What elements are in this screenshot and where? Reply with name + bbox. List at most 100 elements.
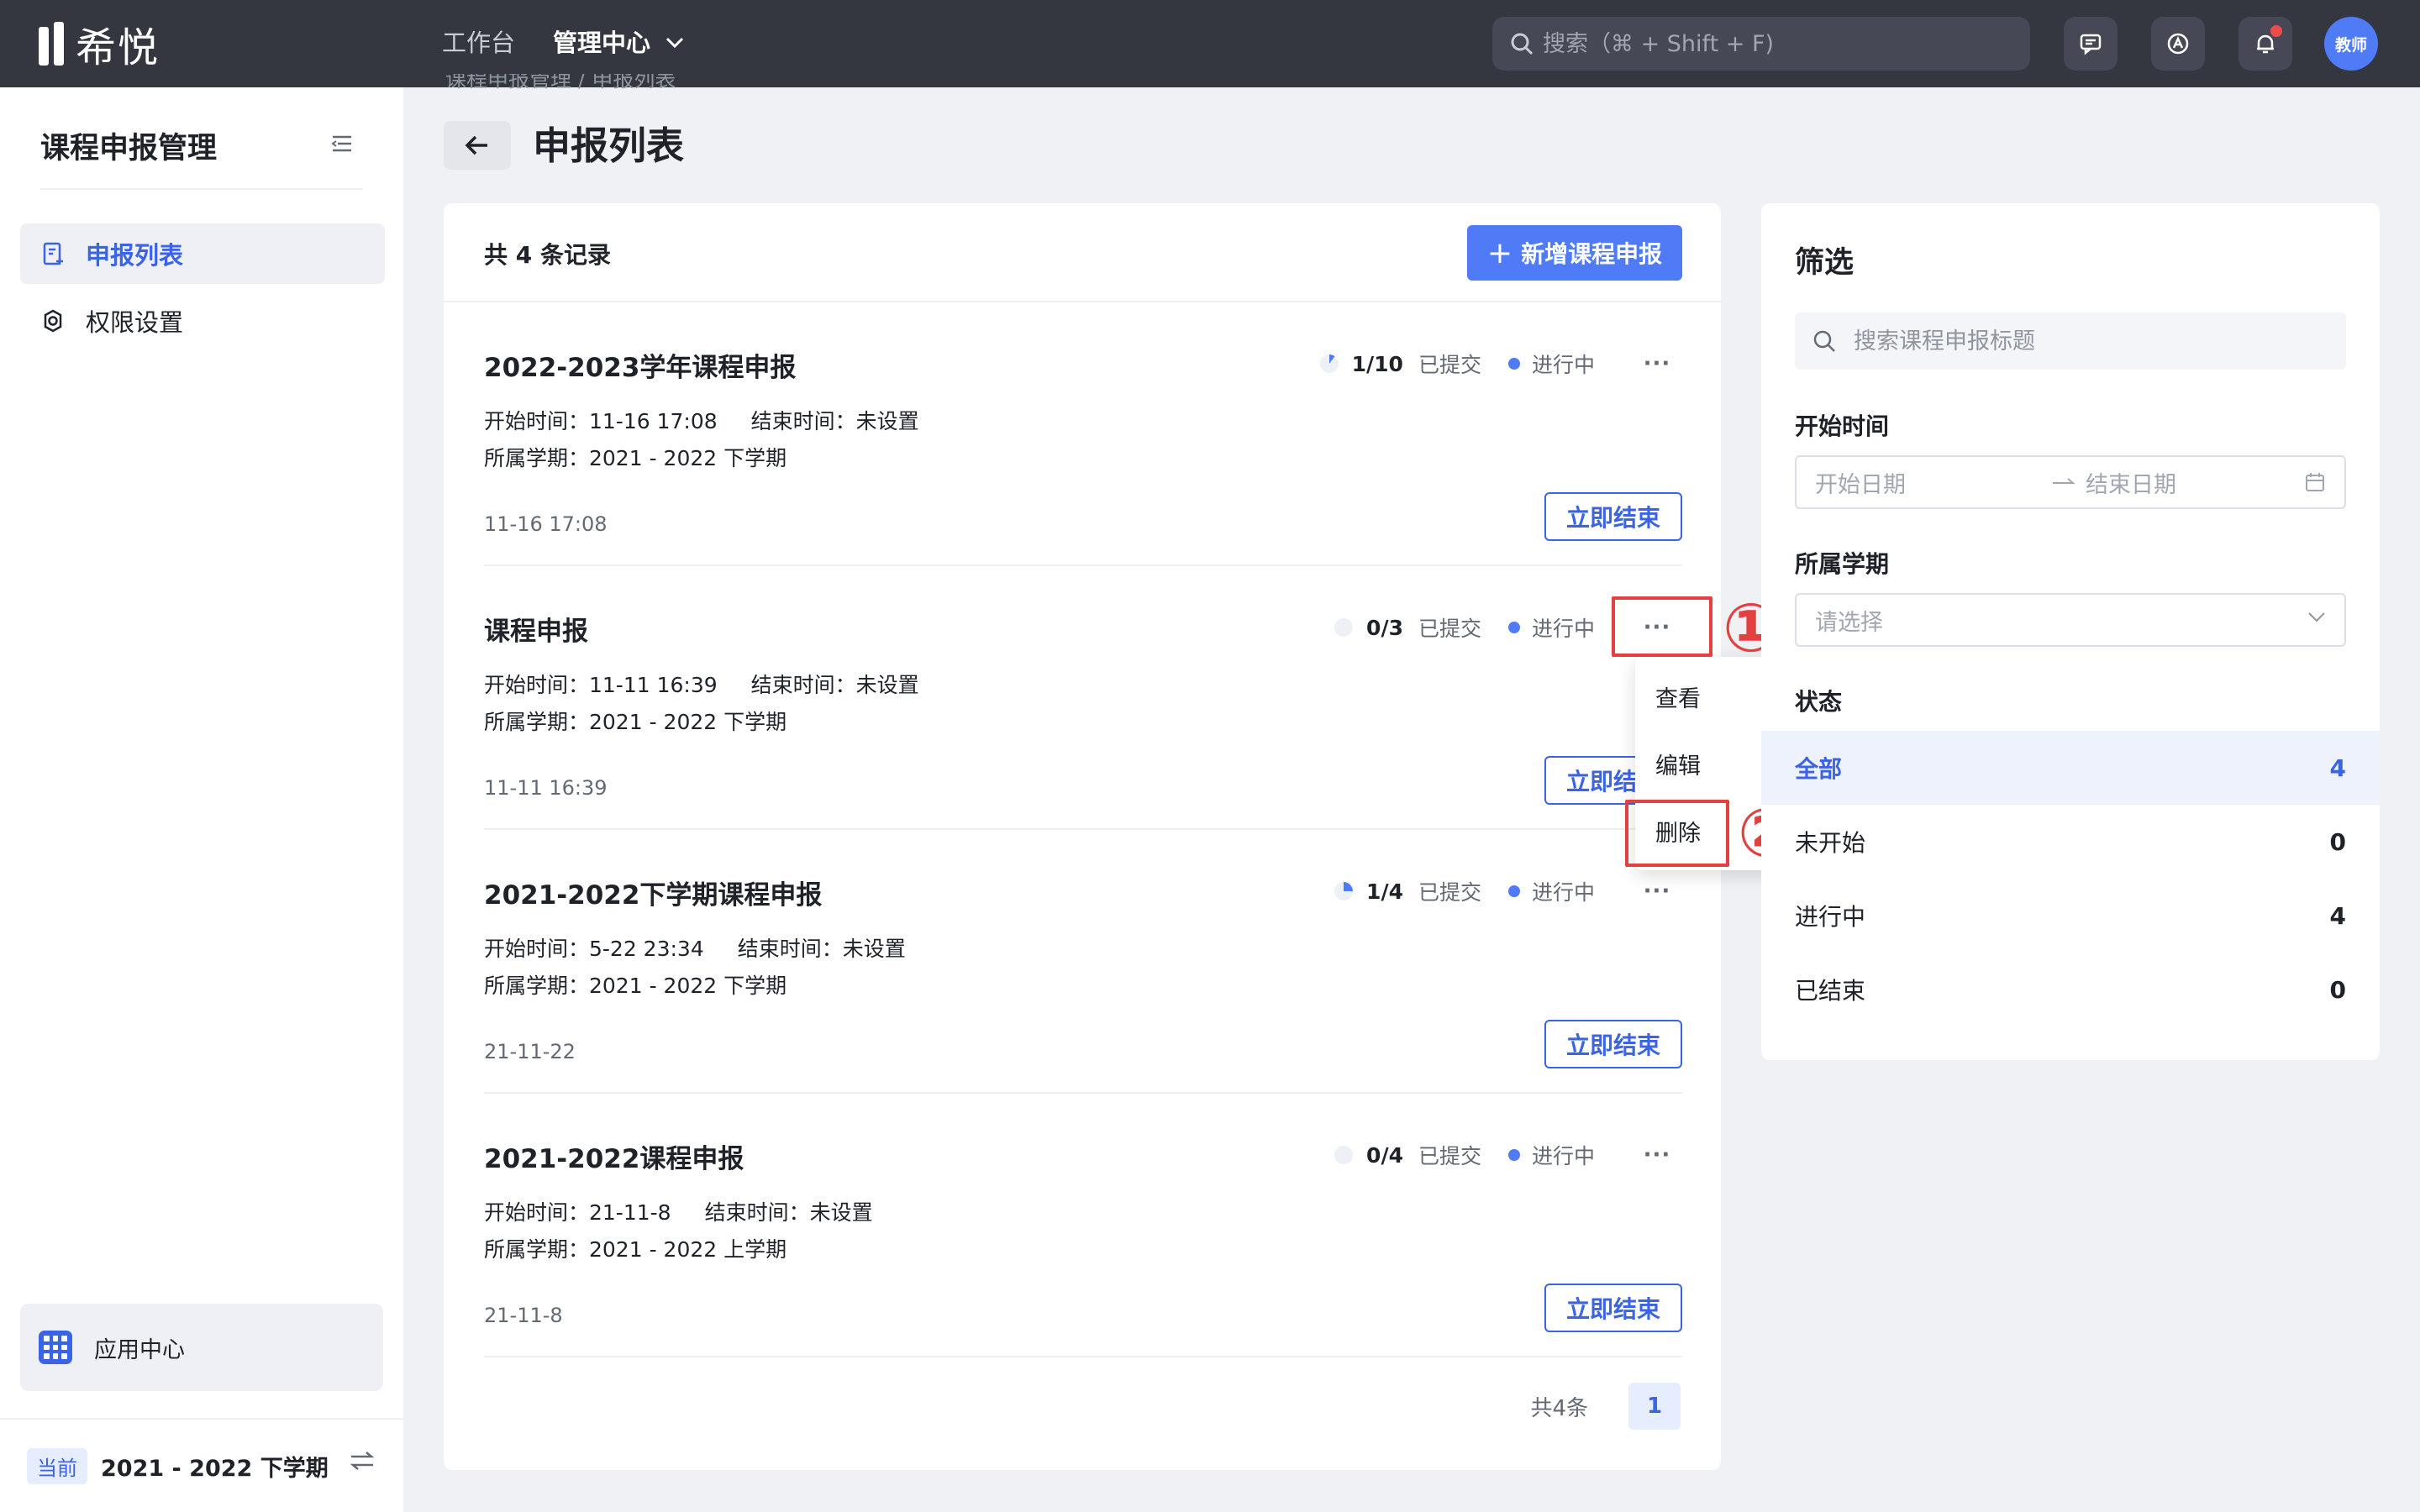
collapse-sidebar-icon[interactable] — [331, 134, 353, 153]
status-dot-icon — [1507, 1149, 1520, 1161]
logo[interactable]: 希悦 — [39, 20, 160, 71]
filter-search-input[interactable] — [1854, 328, 2341, 354]
current-term: 当前 2021 - 2022 下学期 — [27, 1448, 329, 1484]
nav-workbench[interactable]: 工作台 — [442, 25, 515, 60]
status-option-count: 0 — [2329, 827, 2346, 856]
sidebar-item-report-list[interactable]: 申报列表 — [20, 223, 385, 284]
list-item: 2022-2023学年课程申报 1/10 已提交 进行中 ··· 开始时间：11… — [484, 302, 1682, 566]
menu-item-view[interactable]: 查看 — [1655, 680, 1701, 713]
chevron-down-icon — [2308, 612, 2325, 622]
app-store-button[interactable] — [2151, 17, 2205, 71]
page-number-button[interactable]: 1 — [1628, 1383, 1681, 1430]
current-term-badge: 当前 — [27, 1448, 87, 1484]
menu-item-edit[interactable]: 编辑 — [1655, 748, 1701, 780]
end-now-button[interactable]: 立即结束 — [1544, 492, 1682, 541]
report-title[interactable]: 2021-2022课程申报 — [484, 1137, 744, 1175]
compass-icon — [2167, 33, 2189, 55]
report-title[interactable]: 2021-2022下学期课程申报 — [484, 874, 822, 911]
avatar[interactable]: 教师 — [2324, 17, 2378, 71]
progress-pie-icon — [1334, 618, 1354, 637]
message-button[interactable] — [2064, 17, 2118, 71]
end-now-button[interactable]: 立即结束 — [1544, 1020, 1682, 1068]
more-actions-button[interactable]: ··· — [1632, 351, 1682, 376]
sidebar-item-label: 权限设置 — [86, 308, 184, 337]
term-select[interactable]: 请选择 — [1795, 593, 2346, 647]
sidebar-item-label: 申报列表 — [86, 241, 184, 270]
status-option-label: 进行中 — [1795, 903, 1866, 931]
date-range-picker[interactable]: 开始日期 结束日期 — [1795, 455, 2346, 509]
status-option-label: 已结束 — [1795, 977, 1866, 1005]
start-date-input[interactable]: 开始日期 — [1815, 466, 2044, 499]
time-info: 开始时间：11-16 17:08 结束时间：未设置 — [484, 405, 919, 435]
calendar-icon — [2306, 473, 2324, 491]
report-meta: 1/4 已提交 进行中 ··· — [1334, 874, 1682, 909]
notification-button[interactable] — [2238, 17, 2292, 71]
add-report-label: 新增课程申报 — [1521, 240, 1663, 268]
end-date-input[interactable]: 结束日期 — [2086, 466, 2304, 499]
list-item: 课程申报 0/3 已提交 进行中 ··· 开始时间：11-11 16:39 结束时… — [484, 566, 1682, 830]
status-option-all[interactable]: 全部 4 — [1761, 731, 2380, 805]
term-info: 所属学期：2021 - 2022 下学期 — [484, 974, 787, 998]
filter-title: 筛选 — [1795, 246, 1854, 280]
submitted-label: 已提交 — [1418, 353, 1481, 377]
logo-text: 希悦 — [76, 24, 160, 71]
report-list-card: 共 4 条记录 + 新增课程申报 2022-2023学年课程申报 1/10 已提… — [444, 203, 1721, 1470]
search-icon — [1511, 33, 1534, 55]
status-option-in-progress[interactable]: 进行中 4 — [1761, 879, 2380, 953]
status-option-count: 4 — [2329, 901, 2346, 930]
end-time: 结束时间：未设置 — [737, 937, 906, 961]
add-report-button[interactable]: + 新增课程申报 — [1467, 225, 1682, 281]
global-search[interactable] — [1492, 17, 2030, 71]
status-option-label: 未开始 — [1795, 829, 1866, 857]
app-grid-icon — [39, 1331, 72, 1364]
report-title[interactable]: 课程申报 — [484, 610, 588, 648]
logo-mark-icon — [39, 22, 67, 66]
filter-search[interactable] — [1795, 312, 2346, 370]
term-select-placeholder: 请选择 — [1815, 609, 1883, 636]
status-dot-icon — [1507, 885, 1520, 897]
submitted-label: 已提交 — [1418, 1144, 1481, 1168]
status-dot-icon — [1507, 358, 1520, 370]
submitted-count: 1/10 — [1351, 351, 1403, 376]
current-term-value: 2021 - 2022 下学期 — [101, 1456, 329, 1482]
status-option-not-started[interactable]: 未开始 0 — [1761, 805, 2380, 879]
created-date: 21-11-8 — [484, 1304, 563, 1327]
app-center-label: 应用中心 — [94, 1336, 185, 1363]
created-date: 21-11-22 — [484, 1040, 576, 1063]
report-meta: 0/4 已提交 进行中 ··· — [1334, 1137, 1682, 1173]
more-actions-button[interactable]: ··· — [1632, 879, 1682, 904]
status-label: 状态 — [1795, 688, 1843, 716]
term-info: 所属学期：2021 - 2022 下学期 — [484, 446, 787, 470]
start-time-label: 开始时间 — [1795, 412, 1890, 440]
submitted-count: 0/4 — [1366, 1142, 1403, 1168]
more-actions-button[interactable]: ··· — [1632, 1142, 1682, 1168]
status-option-ended[interactable]: 已结束 0 — [1761, 953, 2380, 1026]
nav-management-center[interactable]: 管理中心 — [553, 25, 684, 60]
start-time: 开始时间：21-11-8 — [484, 1200, 671, 1225]
status-text: 进行中 — [1531, 617, 1595, 641]
status-option-label: 全部 — [1795, 755, 1843, 783]
plus-icon: + — [1486, 235, 1513, 270]
sidebar-divider — [40, 188, 363, 190]
arrow-right-icon — [2053, 478, 2075, 484]
top-bar: 希悦 工作台 管理中心 教师 — [0, 0, 2420, 87]
start-time: 开始时间：11-11 16:39 — [484, 673, 718, 697]
page-title: 申报列表 — [533, 123, 685, 168]
progress-pie-icon — [1334, 1146, 1354, 1164]
report-title[interactable]: 2022-2023学年课程申报 — [484, 346, 796, 384]
status-option-count: 0 — [2329, 975, 2346, 1004]
app-center-button[interactable]: 应用中心 — [20, 1304, 383, 1391]
status-text: 进行中 — [1531, 1144, 1595, 1168]
end-now-button[interactable]: 立即结束 — [1544, 1284, 1682, 1332]
arrow-left-icon — [465, 135, 487, 155]
sidebar-item-permissions[interactable]: 权限设置 — [20, 291, 385, 351]
term-info: 所属学期：2021 - 2022 上学期 — [484, 1237, 787, 1262]
global-search-input[interactable] — [1543, 30, 2013, 57]
progress-pie-icon — [1319, 354, 1339, 373]
message-icon — [2080, 34, 2102, 55]
annotation-box-1 — [1612, 596, 1712, 657]
back-button[interactable] — [444, 121, 511, 170]
pagination: 共4条 1 — [1530, 1383, 1681, 1430]
term-info: 所属学期：2021 - 2022 下学期 — [484, 710, 787, 734]
switch-term-icon[interactable] — [350, 1450, 375, 1472]
